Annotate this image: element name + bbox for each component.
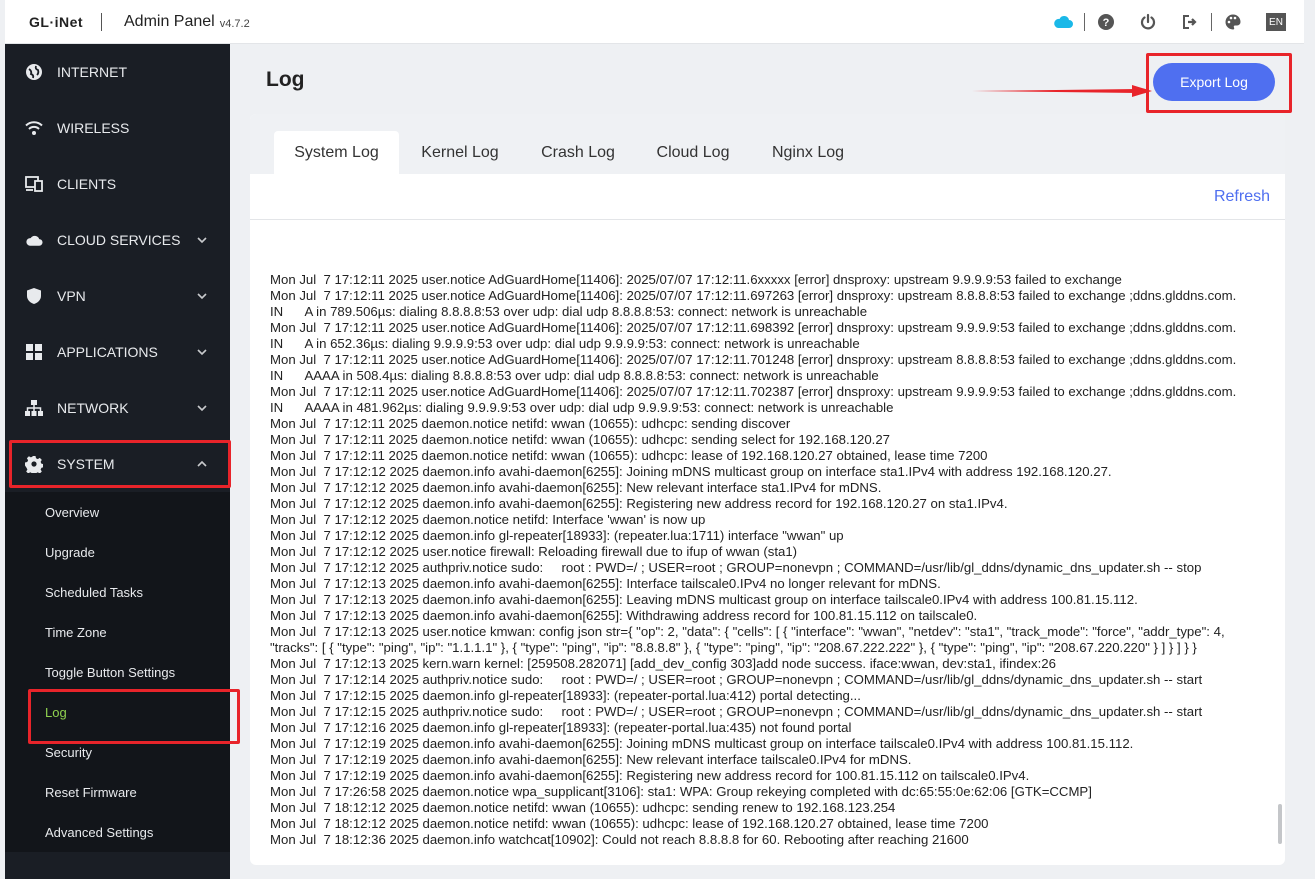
submenu-item-scheduled-tasks[interactable]: Scheduled Tasks (5, 572, 230, 612)
log-line: Mon Jul 7 17:12:11 2025 user.notice AdGu… (270, 288, 1251, 319)
cloud-icon[interactable] (1053, 12, 1073, 32)
log-line: Mon Jul 7 17:12:19 2025 daemon.info avah… (270, 768, 1030, 783)
power-icon[interactable] (1138, 12, 1158, 32)
brand-logo: GL·iNet (29, 13, 84, 30)
svg-text:?: ? (1103, 17, 1110, 29)
sidebar-item-wireless[interactable]: WIRELESS (5, 100, 230, 156)
log-line: Mon Jul 7 17:12:11 2025 daemon.notice ne… (270, 448, 988, 463)
log-line: Mon Jul 7 17:12:11 2025 user.notice AdGu… (270, 384, 1251, 415)
help-icon[interactable]: ? (1096, 12, 1116, 32)
log-line: Mon Jul 7 17:12:19 2025 daemon.info avah… (270, 752, 912, 767)
sidebar-item-label: CLOUD SERVICES (57, 232, 181, 248)
log-line: Mon Jul 7 18:12:36 2025 daemon.info watc… (270, 832, 969, 847)
log-line: Mon Jul 7 17:12:12 2025 daemon.info avah… (270, 496, 1008, 511)
log-lines: Mon Jul 7 17:12:11 2025 user.notice AdGu… (270, 272, 1260, 848)
sidebar-item-label: APPLICATIONS (57, 344, 158, 360)
version-label: v4.7.2 (219, 17, 250, 30)
sidebar-item-label: CLIENTS (57, 176, 117, 192)
log-line: Mon Jul 7 17:12:12 2025 daemon.info gl-r… (270, 528, 844, 543)
log-line: Mon Jul 7 17:12:12 2025 daemon.notice ne… (270, 512, 706, 527)
log-line: Mon Jul 7 17:12:14 2025 authpriv.notice … (270, 672, 1203, 687)
page-title: Log (266, 68, 305, 91)
log-line: Mon Jul 7 17:12:11 2025 user.notice AdGu… (270, 352, 1251, 383)
theme-icon[interactable] (1223, 12, 1243, 32)
network-icon (25, 399, 43, 417)
chevron-down-icon (197, 237, 207, 244)
log-line: Mon Jul 7 17:12:13 2025 daemon.info avah… (270, 608, 978, 623)
tab-cloud-log[interactable]: Cloud Log (645, 131, 741, 174)
log-line: Mon Jul 7 17:12:13 2025 daemon.info avah… (270, 576, 941, 591)
log-line: Mon Jul 7 17:12:13 2025 daemon.info avah… (270, 592, 1138, 607)
log-line: Mon Jul 7 18:12:12 2025 daemon.notice ne… (270, 816, 989, 831)
log-line: Mon Jul 7 17:12:13 2025 user.notice kmwa… (270, 624, 1229, 655)
annotation-box-log (28, 689, 240, 744)
sidebar-item-label: VPN (57, 288, 86, 304)
log-line: Mon Jul 7 17:12:11 2025 user.notice AdGu… (270, 320, 1251, 351)
submenu-item-toggle-button-settings[interactable]: Toggle Button Settings (5, 652, 230, 692)
divider (101, 12, 102, 31)
sidebar-item-label: INTERNET (57, 64, 127, 80)
chevron-down-icon (197, 293, 207, 300)
app-title: Admin Panel (124, 12, 215, 30)
log-line: Mon Jul 7 17:12:16 2025 daemon.info gl-r… (270, 720, 852, 735)
log-line: Mon Jul 7 17:12:12 2025 daemon.info avah… (270, 464, 1112, 479)
tab-crash-log[interactable]: Crash Log (529, 131, 627, 174)
tab-kernel-log[interactable]: Kernel Log (409, 131, 511, 174)
wifi-icon (25, 119, 43, 137)
divider (1084, 13, 1085, 31)
submenu-item-overview[interactable]: Overview (5, 492, 230, 532)
log-line: Mon Jul 7 17:12:11 2025 daemon.notice ne… (270, 416, 791, 431)
export-log-button[interactable]: Export Log (1153, 63, 1275, 101)
log-line: Mon Jul 7 17:12:15 2025 daemon.info gl-r… (270, 688, 861, 703)
submenu-item-time-zone[interactable]: Time Zone (5, 612, 230, 652)
logout-icon[interactable] (1180, 12, 1200, 32)
chevron-down-icon (197, 405, 207, 412)
devices-icon (25, 175, 43, 193)
globe-icon (25, 63, 43, 81)
sidebar-item-applications[interactable]: APPLICATIONS (5, 324, 230, 380)
submenu-item-upgrade[interactable]: Upgrade (5, 532, 230, 572)
log-line: Mon Jul 7 17:26:58 2025 daemon.notice wp… (270, 784, 1092, 799)
refresh-link[interactable]: Refresh (1214, 188, 1270, 206)
cloud-icon (25, 231, 43, 249)
submenu-item-reset-firmware[interactable]: Reset Firmware (5, 772, 230, 812)
sidebar-item-label: WIRELESS (57, 120, 130, 136)
divider (1211, 13, 1212, 31)
log-tabs: System Log Kernel Log Crash Log Cloud Lo… (250, 114, 1285, 174)
log-line: Mon Jul 7 17:12:13 2025 kern.warn kernel… (270, 656, 1056, 671)
log-line: Mon Jul 7 18:12:12 2025 daemon.notice ne… (270, 800, 896, 815)
chevron-down-icon (197, 349, 207, 356)
apps-icon (25, 343, 43, 361)
header-actions: ? EN (1042, 0, 1286, 44)
submenu-item-advanced-settings[interactable]: Advanced Settings (5, 812, 230, 852)
annotation-arrow (972, 85, 1152, 97)
sidebar-item-vpn[interactable]: VPN (5, 268, 230, 324)
log-line: Mon Jul 7 17:12:12 2025 authpriv.notice … (270, 560, 1202, 575)
tab-system-log[interactable]: System Log (274, 131, 399, 174)
log-output[interactable]: Mon Jul 7 17:12:11 2025 user.notice AdGu… (270, 220, 1260, 848)
log-line: Mon Jul 7 17:12:11 2025 daemon.notice ne… (270, 432, 890, 447)
log-line: Mon Jul 7 17:12:19 2025 daemon.info avah… (270, 736, 1134, 751)
log-line: Mon Jul 7 17:12:12 2025 daemon.info avah… (270, 480, 882, 495)
annotation-box-system (9, 440, 231, 488)
sidebar-item-internet[interactable]: INTERNET (5, 44, 230, 100)
sidebar-item-network[interactable]: NETWORK (5, 380, 230, 436)
log-line: Mon Jul 7 17:12:11 2025 user.notice AdGu… (270, 272, 1122, 287)
log-panel: System Log Kernel Log Crash Log Cloud Lo… (250, 114, 1285, 865)
language-selector[interactable]: EN (1266, 13, 1286, 31)
sidebar-item-label: NETWORK (57, 400, 129, 416)
scrollbar[interactable] (1278, 804, 1282, 844)
top-header: GL·iNet Admin Panel v4.7.2 ? EN (5, 0, 1304, 44)
shield-icon (25, 287, 43, 305)
system-submenu: Overview Upgrade Scheduled Tasks Time Zo… (5, 492, 230, 852)
sidebar-item-cloud-services[interactable]: CLOUD SERVICES (5, 212, 230, 268)
tab-nginx-log[interactable]: Nginx Log (759, 131, 857, 174)
log-line: Mon Jul 7 17:12:15 2025 authpriv.notice … (270, 704, 1203, 719)
log-line: Mon Jul 7 17:12:12 2025 user.notice fire… (270, 544, 798, 559)
sidebar-item-clients[interactable]: CLIENTS (5, 156, 230, 212)
